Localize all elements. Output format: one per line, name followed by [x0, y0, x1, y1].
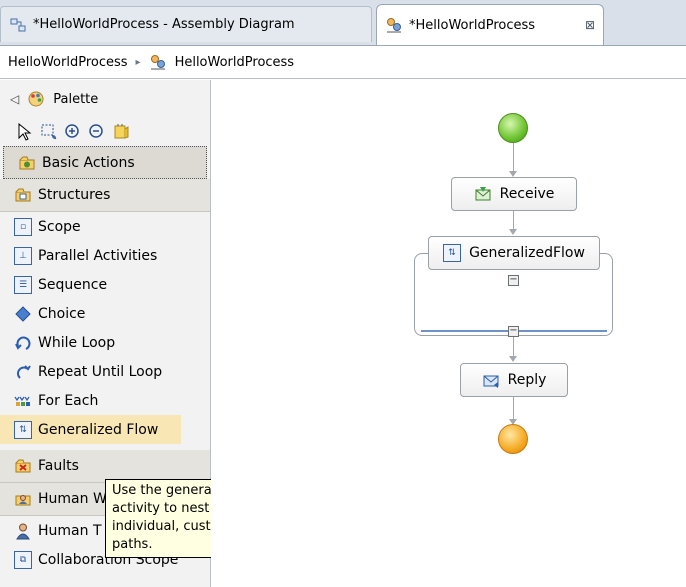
for-each-icon [14, 392, 32, 410]
scope-icon: ▫ [14, 217, 32, 236]
tab-label: *HelloWorldProcess [409, 17, 536, 33]
activity-label: GeneralizedFlow [469, 245, 585, 261]
activity-label: Reply [507, 372, 547, 388]
palette-item-repeat-until-loop[interactable]: Repeat Until Loop [0, 357, 210, 386]
activity-label: Receive [499, 186, 555, 202]
while-loop-icon [14, 334, 32, 352]
connector-arrow [509, 356, 517, 362]
tab-assembly-diagram[interactable]: *HelloWorldProcess - Assembly Diagram [0, 6, 372, 42]
palette-toolbar [0, 118, 210, 146]
palette-icon [27, 90, 45, 108]
drawer-structures[interactable]: Structures [0, 179, 210, 212]
sequence-icon: ☰ [14, 275, 32, 294]
faults-folder-icon [14, 457, 32, 475]
palette-item-label: Choice [38, 305, 86, 322]
generalized-flow-activity[interactable]: ⇅ GeneralizedFlow [428, 236, 600, 270]
drawer-label: Basic Actions [42, 154, 135, 171]
process-icon [149, 53, 167, 71]
assembly-diagram-icon [9, 16, 27, 34]
connector-line [513, 397, 514, 421]
palette-item-sequence[interactable]: ☰ Sequence [0, 270, 210, 299]
connector-line [513, 211, 514, 231]
marquee-tool-icon[interactable] [38, 121, 60, 143]
palette-item-label: Sequence [38, 276, 108, 293]
connector-line [513, 143, 514, 173]
chevron-right-icon: ▸ [135, 56, 141, 68]
connector-line [513, 337, 514, 358]
palette-item-label: Scope [38, 218, 81, 235]
collaboration-scope-icon: ⧉ [14, 550, 32, 569]
drawer-basic-actions[interactable]: Basic Actions [3, 146, 207, 179]
palette-item-label: While Loop [38, 334, 116, 351]
zoom-in-icon[interactable] [62, 121, 84, 143]
drawer-label: Human W [38, 491, 107, 507]
zoom-out-icon[interactable] [86, 121, 108, 143]
breadcrumb: HelloWorldProcess ▸ HelloWorldProcess [0, 46, 686, 79]
process-icon [385, 16, 403, 34]
tab-process-editor[interactable]: *HelloWorldProcess ⊠ [376, 4, 604, 45]
start-node[interactable] [498, 113, 528, 143]
palette-item-label: Parallel Activities [38, 247, 158, 264]
human-task-icon [14, 522, 32, 540]
generalized-flow-icon: ⇅ [14, 420, 32, 439]
human-workflow-icon [14, 490, 32, 508]
palette-item-choice[interactable]: Choice [0, 299, 210, 328]
generalized-flow-icon: ⇅ [443, 244, 462, 262]
palette-item-generalized-flow[interactable]: ⇅ Generalized Flow [0, 415, 181, 444]
select-tool-icon[interactable] [14, 121, 36, 143]
palette-item-label: Generalized Flow [38, 421, 159, 438]
close-icon[interactable]: ⊠ [585, 18, 595, 32]
palette-item-scope[interactable]: ▫ Scope [0, 212, 210, 241]
editor-tab-strip: *HelloWorldProcess - Assembly Diagram *H… [0, 0, 686, 46]
choice-diamond-icon [14, 305, 32, 323]
note-tool-icon[interactable] [110, 121, 132, 143]
palette-item-while-loop[interactable]: While Loop [0, 328, 210, 357]
receive-activity[interactable]: Receive [451, 177, 577, 211]
end-node[interactable] [498, 424, 528, 454]
repeat-until-loop-icon [14, 363, 32, 381]
palette-title: Palette [53, 91, 99, 107]
drawer-label: Structures [38, 187, 111, 203]
process-canvas[interactable]: Receive ⇅ GeneralizedFlow − − Reply [211, 80, 686, 587]
palette-item-parallel-activities[interactable]: ⊥ Parallel Activities [0, 241, 210, 270]
tab-label: *HelloWorldProcess - Assembly Diagram [33, 17, 295, 32]
breadcrumb-current[interactable]: HelloWorldProcess [175, 55, 295, 70]
palette-item-for-each[interactable]: For Each [0, 386, 210, 415]
parallel-activities-icon: ⊥ [14, 246, 32, 265]
palette-item-label: Repeat Until Loop [38, 363, 163, 380]
palette-header: ◁ Palette [0, 80, 210, 118]
structures-folder-icon [14, 186, 32, 204]
receive-icon [474, 185, 492, 203]
palette-item-label: Human T [38, 522, 102, 539]
collapse-toggle-icon[interactable]: − [508, 326, 519, 337]
breadcrumb-root[interactable]: HelloWorldProcess [8, 55, 128, 70]
reply-activity[interactable]: Reply [460, 363, 568, 397]
drawer-label: Faults [38, 458, 79, 474]
collapse-toggle-icon[interactable]: − [508, 275, 519, 286]
reply-icon [482, 371, 500, 389]
collapse-palette-icon[interactable]: ◁ [10, 92, 19, 106]
palette-item-label: For Each [38, 392, 99, 409]
connector-arrow [509, 229, 517, 235]
basic-actions-icon [18, 154, 36, 172]
